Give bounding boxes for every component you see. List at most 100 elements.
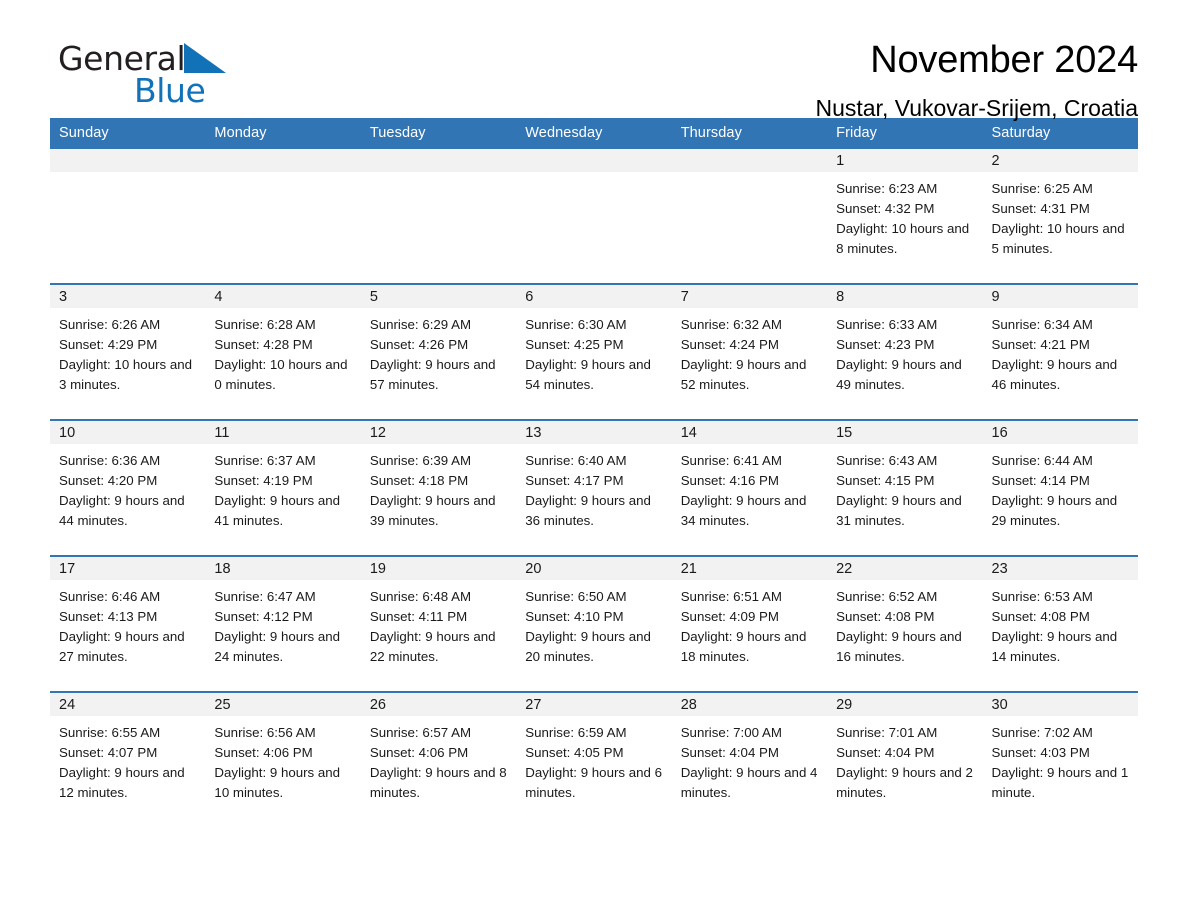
sunrise-text: Sunrise: 6:25 AM bbox=[991, 181, 1093, 196]
calendar-day-cell[interactable]: 11 Sunrise: 6:37 AM Sunset: 4:19 PM Dayligh… bbox=[205, 419, 361, 556]
calendar-day-cell[interactable]: 3 Sunrise: 6:26 AM Sunset: 4:29 PM Daylight… bbox=[50, 283, 206, 420]
sunrise-text: Sunrise: 7:02 AM bbox=[991, 725, 1093, 740]
sunset-text: Sunset: 4:12 PM bbox=[214, 609, 313, 624]
calendar-day-cell[interactable]: 22 Sunrise: 6:52 AM Sunset: 4:08 PM Dayligh… bbox=[827, 555, 983, 692]
calendar-day-cell[interactable]: 25 Sunrise: 6:56 AM Sunset: 4:06 PM Dayligh… bbox=[205, 691, 361, 827]
sunrise-text: Sunrise: 6:55 AM bbox=[59, 725, 161, 740]
day-details: Sunrise: 6:47 AM Sunset: 4:12 PM Daylight:… bbox=[205, 580, 360, 667]
day-number: 17 bbox=[50, 557, 206, 580]
sunrise-text: Sunrise: 6:43 AM bbox=[836, 453, 938, 468]
day-details: Sunrise: 6:50 AM Sunset: 4:10 PM Daylight:… bbox=[516, 580, 671, 667]
daylight-text: Daylight: 9 hours and 18 minutes. bbox=[680, 629, 807, 664]
calendar-day-cell[interactable]: 23 Sunrise: 6:53 AM Sunset: 4:08 PM Dayligh… bbox=[982, 555, 1138, 692]
calendar-day-cell[interactable]: 12 Sunrise: 6:39 AM Sunset: 4:18 PM Dayligh… bbox=[360, 419, 517, 556]
sunset-text: Sunset: 4:07 PM bbox=[59, 745, 158, 760]
day-details: Sunrise: 6:25 AM Sunset: 4:31 PM Daylight:… bbox=[983, 172, 1138, 259]
sunrise-text: Sunrise: 6:56 AM bbox=[214, 725, 316, 740]
day-number: 27 bbox=[516, 693, 672, 716]
daylight-text: Daylight: 9 hours and 41 minutes. bbox=[214, 493, 341, 528]
calendar-day-cell[interactable]: 17 Sunrise: 6:46 AM Sunset: 4:13 PM Dayligh… bbox=[50, 555, 206, 692]
calendar-day-cell[interactable]: 5 Sunrise: 6:29 AM Sunset: 4:26 PM Daylight… bbox=[360, 283, 517, 420]
daylight-text: Daylight: 9 hours and 52 minutes. bbox=[680, 357, 807, 392]
calendar-day-cell[interactable]: 24 Sunrise: 6:55 AM Sunset: 4:07 PM Dayligh… bbox=[50, 691, 206, 827]
general-blue-logo[interactable]: General Blue bbox=[58, 40, 227, 109]
sunrise-text: Sunrise: 6:47 AM bbox=[214, 589, 316, 604]
sunset-text: Sunset: 4:15 PM bbox=[836, 473, 935, 488]
day-details: Sunrise: 6:23 AM Sunset: 4:32 PM Daylight:… bbox=[827, 172, 982, 259]
daylight-text: Daylight: 9 hours and 34 minutes. bbox=[680, 493, 807, 528]
day-number: 9 bbox=[982, 285, 1138, 308]
daylight-text: Daylight: 9 hours and 4 minutes. bbox=[680, 765, 818, 800]
sunset-text: Sunset: 4:09 PM bbox=[680, 609, 779, 624]
daylight-text: Daylight: 9 hours and 1 minute. bbox=[991, 765, 1129, 800]
daylight-text: Daylight: 10 hours and 3 minutes. bbox=[59, 357, 193, 392]
day-number: 15 bbox=[827, 421, 983, 444]
sunrise-text: Sunrise: 7:01 AM bbox=[836, 725, 938, 740]
sunrise-text: Sunrise: 6:26 AM bbox=[59, 317, 161, 332]
day-number: 19 bbox=[360, 557, 517, 580]
calendar-day-cell[interactable]: 29 Sunrise: 7:01 AM Sunset: 4:04 PM Dayligh… bbox=[827, 691, 983, 827]
sunrise-text: Sunrise: 6:39 AM bbox=[369, 453, 472, 468]
calendar-day-cell[interactable]: 9 Sunrise: 6:34 AM Sunset: 4:21 PM Daylight… bbox=[982, 283, 1138, 420]
calendar-day-cell[interactable]: 15 Sunrise: 6:43 AM Sunset: 4:15 PM Dayligh… bbox=[827, 419, 983, 556]
calendar-day-cell[interactable]: 6 Sunrise: 6:30 AM Sunset: 4:25 PM Daylight… bbox=[516, 283, 672, 420]
day-details: Sunrise: 6:32 AM Sunset: 4:24 PM Daylight:… bbox=[672, 308, 827, 395]
calendar-week-row: 24 Sunrise: 6:55 AM Sunset: 4:07 PM Dayligh… bbox=[50, 691, 1138, 827]
day-details: Sunrise: 6:48 AM Sunset: 4:11 PM Daylight:… bbox=[361, 580, 516, 667]
sunset-text: Sunset: 4:28 PM bbox=[214, 337, 313, 352]
calendar-day-cell[interactable]: 7 Sunrise: 6:32 AM Sunset: 4:24 PM Daylight… bbox=[671, 283, 828, 420]
sunset-text: Sunset: 4:11 PM bbox=[369, 609, 468, 624]
calendar-day-cell[interactable]: 20 Sunrise: 6:50 AM Sunset: 4:10 PM Dayligh… bbox=[516, 555, 672, 692]
day-details: Sunrise: 6:46 AM Sunset: 4:13 PM Daylight:… bbox=[50, 580, 205, 667]
calendar-day-cell[interactable]: 1 Sunrise: 6:23 AM Sunset: 4:32 PM Daylight… bbox=[827, 149, 983, 284]
day-number: 2 bbox=[982, 149, 1138, 172]
sunrise-text: Sunrise: 6:48 AM bbox=[369, 589, 472, 604]
calendar-day-cell[interactable]: 27 Sunrise: 6:59 AM Sunset: 4:05 PM Dayligh… bbox=[516, 691, 672, 827]
day-number: 28 bbox=[671, 693, 828, 716]
calendar-day-cell[interactable]: 28 Sunrise: 7:00 AM Sunset: 4:04 PM Dayligh… bbox=[671, 691, 828, 827]
calendar-day-cell[interactable]: 2 Sunrise: 6:25 AM Sunset: 4:31 PM Daylight… bbox=[982, 149, 1138, 284]
day-number: 10 bbox=[50, 421, 206, 444]
calendar-body: 1 Sunrise: 6:23 AM Sunset: 4:32 PM Daylight… bbox=[50, 149, 1138, 827]
daylight-text: Daylight: 9 hours and 36 minutes. bbox=[525, 493, 651, 528]
calendar-day-cell[interactable]: 19 Sunrise: 6:48 AM Sunset: 4:11 PM Dayligh… bbox=[360, 555, 517, 692]
sunset-text: Sunset: 4:25 PM bbox=[525, 337, 624, 352]
page-header: General Blue November 2024 Nustar, Vukov… bbox=[50, 0, 1138, 121]
day-details: Sunrise: 6:52 AM Sunset: 4:08 PM Daylight:… bbox=[827, 580, 982, 667]
day-number bbox=[671, 149, 828, 172]
sunrise-text: Sunrise: 6:44 AM bbox=[991, 453, 1093, 468]
daylight-text: Daylight: 9 hours and 12 minutes. bbox=[59, 765, 185, 800]
day-number: 24 bbox=[50, 693, 206, 716]
calendar-day-cell-empty bbox=[50, 149, 206, 284]
calendar-day-cell[interactable]: 13 Sunrise: 6:40 AM Sunset: 4:17 PM Dayligh… bbox=[516, 419, 672, 556]
sunrise-text: Sunrise: 6:32 AM bbox=[680, 317, 782, 332]
daylight-text: Daylight: 9 hours and 54 minutes. bbox=[525, 357, 651, 392]
day-details: Sunrise: 6:56 AM Sunset: 4:06 PM Daylight:… bbox=[205, 716, 360, 803]
day-number bbox=[205, 149, 361, 172]
calendar-day-cell[interactable]: 10 Sunrise: 6:36 AM Sunset: 4:20 PM Dayligh… bbox=[50, 419, 206, 556]
sunrise-text: Sunrise: 7:00 AM bbox=[680, 725, 782, 740]
calendar-day-cell[interactable]: 30 Sunrise: 7:02 AM Sunset: 4:03 PM Dayligh… bbox=[982, 691, 1138, 827]
daylight-text: Daylight: 9 hours and 39 minutes. bbox=[369, 493, 496, 528]
calendar-day-cell[interactable]: 14 Sunrise: 6:41 AM Sunset: 4:16 PM Dayligh… bbox=[671, 419, 828, 556]
sunset-text: Sunset: 4:06 PM bbox=[214, 745, 313, 760]
calendar-day-cell-empty bbox=[671, 149, 828, 284]
calendar-day-cell[interactable]: 21 Sunrise: 6:51 AM Sunset: 4:09 PM Dayligh… bbox=[671, 555, 828, 692]
daylight-text: Daylight: 9 hours and 46 minutes. bbox=[991, 357, 1118, 392]
calendar-week-row: 17 Sunrise: 6:46 AM Sunset: 4:13 PM Dayligh… bbox=[50, 555, 1138, 692]
calendar-day-cell[interactable]: 26 Sunrise: 6:57 AM Sunset: 4:06 PM Dayligh… bbox=[360, 691, 517, 827]
calendar-day-cell[interactable]: 16 Sunrise: 6:44 AM Sunset: 4:14 PM Dayligh… bbox=[982, 419, 1138, 556]
day-number: 25 bbox=[205, 693, 361, 716]
sunset-text: Sunset: 4:29 PM bbox=[59, 337, 158, 352]
calendar-day-cell[interactable]: 8 Sunrise: 6:33 AM Sunset: 4:23 PM Daylight… bbox=[827, 283, 983, 420]
calendar-day-cell[interactable]: 18 Sunrise: 6:47 AM Sunset: 4:12 PM Dayligh… bbox=[205, 555, 361, 692]
sunrise-text: Sunrise: 6:34 AM bbox=[991, 317, 1093, 332]
daylight-text: Daylight: 9 hours and 27 minutes. bbox=[59, 629, 185, 664]
calendar-page: General Blue November 2024 Nustar, Vukov… bbox=[0, 0, 1188, 918]
day-number: 18 bbox=[205, 557, 361, 580]
sunset-text: Sunset: 4:14 PM bbox=[991, 473, 1090, 488]
calendar-day-cell[interactable]: 4 Sunrise: 6:28 AM Sunset: 4:28 PM Daylight… bbox=[205, 283, 361, 420]
sunrise-text: Sunrise: 6:46 AM bbox=[59, 589, 161, 604]
daylight-text: Daylight: 10 hours and 0 minutes. bbox=[214, 357, 348, 392]
day-details: Sunrise: 6:28 AM Sunset: 4:28 PM Daylight:… bbox=[205, 308, 360, 395]
